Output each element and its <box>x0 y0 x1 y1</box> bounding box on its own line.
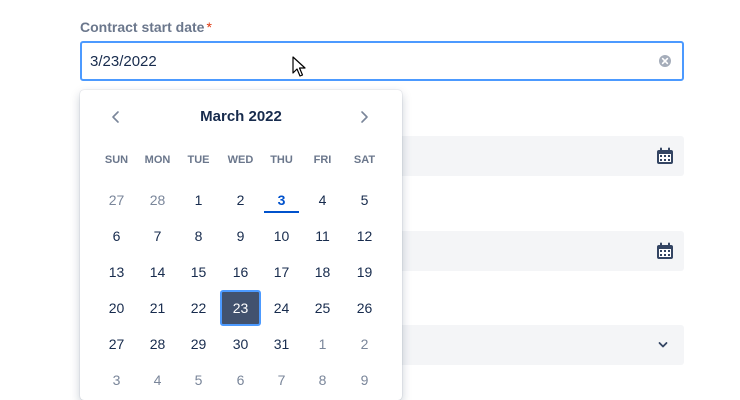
calendar-day[interactable]: 17 <box>261 254 302 290</box>
calendar-day[interactable]: 8 <box>178 218 219 254</box>
chevron-right-icon[interactable] <box>356 109 372 125</box>
calendar-day[interactable]: 18 <box>302 254 343 290</box>
calendar-day[interactable]: 26 <box>344 290 385 326</box>
calendar-day[interactable]: 28 <box>137 326 178 362</box>
calendar-month-title: March 2022 <box>200 108 282 125</box>
calendar-day[interactable]: 2 <box>344 326 385 362</box>
calendar-day[interactable]: 24 <box>261 290 302 326</box>
weekday-label: WED <box>227 154 254 166</box>
calendar-day[interactable]: 29 <box>178 326 219 362</box>
calendar-day[interactable]: 12 <box>344 218 385 254</box>
calendar-day[interactable]: 5 <box>178 362 219 398</box>
calendar-day[interactable]: 31 <box>261 326 302 362</box>
required-mark: * <box>206 19 212 35</box>
calendar-day[interactable]: 4 <box>137 362 178 398</box>
calendar-day[interactable]: 22 <box>178 290 219 326</box>
weekday-label: SUN <box>104 154 129 166</box>
calendar-day[interactable]: 3 <box>96 362 137 398</box>
calendar-day[interactable]: 5 <box>344 182 385 218</box>
calendar-day[interactable]: 2 <box>220 182 261 218</box>
calendar-day[interactable]: 19 <box>344 254 385 290</box>
clear-icon[interactable] <box>658 54 672 68</box>
date-input-value[interactable]: 3/23/2022 <box>90 53 157 70</box>
calendar-day[interactable]: 1 <box>178 182 219 218</box>
calendar-day[interactable]: 21 <box>137 290 178 326</box>
calendar-day[interactable]: 4 <box>302 182 343 218</box>
calendar-day[interactable]: 13 <box>96 254 137 290</box>
calendar-day[interactable]: 10 <box>261 218 302 254</box>
weekday-label: SAT <box>353 154 376 166</box>
calendar-day[interactable]: 7 <box>261 362 302 398</box>
calendar-day[interactable]: 27 <box>96 326 137 362</box>
weekday-header: SUN MON TUE WED THU FRI SAT <box>96 154 386 170</box>
calendar-day[interactable]: 6 <box>96 218 137 254</box>
calendar-day[interactable]: 20 <box>96 290 137 326</box>
calendar-day[interactable]: 7 <box>137 218 178 254</box>
calendar-day[interactable]: 8 <box>302 362 343 398</box>
calendar-day[interactable]: 30 <box>220 326 261 362</box>
weekday-label: TUE <box>187 154 210 166</box>
calendar-day[interactable]: 1 <box>302 326 343 362</box>
calendar-day[interactable]: 25 <box>302 290 343 326</box>
calendar-day[interactable]: 27 <box>96 182 137 218</box>
background-select-field[interactable] <box>380 325 684 365</box>
background-date-field-1[interactable] <box>380 136 684 176</box>
calendar-day[interactable]: 15 <box>178 254 219 290</box>
calendar-day[interactable]: 6 <box>220 362 261 398</box>
calendar-icon[interactable] <box>656 242 674 260</box>
calendar-day[interactable]: 28 <box>137 182 178 218</box>
calendar-day-today[interactable]: 3 <box>261 182 302 218</box>
weekday-label: MON <box>144 154 171 166</box>
weekday-label: FRI <box>313 154 332 166</box>
calendar-day[interactable]: 9 <box>344 362 385 398</box>
field-label-text: Contract start date <box>80 19 205 35</box>
mouse-cursor-icon <box>292 56 306 77</box>
calendar-icon[interactable] <box>656 147 674 165</box>
contract-start-date-input[interactable]: 3/23/2022 <box>80 41 684 81</box>
calendar-day-selected[interactable]: 23 <box>220 290 261 326</box>
calendar-popup: March 2022 SUN MON TUE WED THU FRI SAT 2… <box>80 90 402 400</box>
calendar-day[interactable]: 16 <box>220 254 261 290</box>
field-label: Contract start date * <box>80 19 212 35</box>
chevron-down-icon[interactable] <box>658 340 668 350</box>
calendar-day[interactable]: 9 <box>220 218 261 254</box>
weekday-label: THU <box>270 154 293 166</box>
background-date-field-2[interactable] <box>380 231 684 271</box>
calendar-day[interactable]: 14 <box>137 254 178 290</box>
calendar-day[interactable]: 11 <box>302 218 343 254</box>
